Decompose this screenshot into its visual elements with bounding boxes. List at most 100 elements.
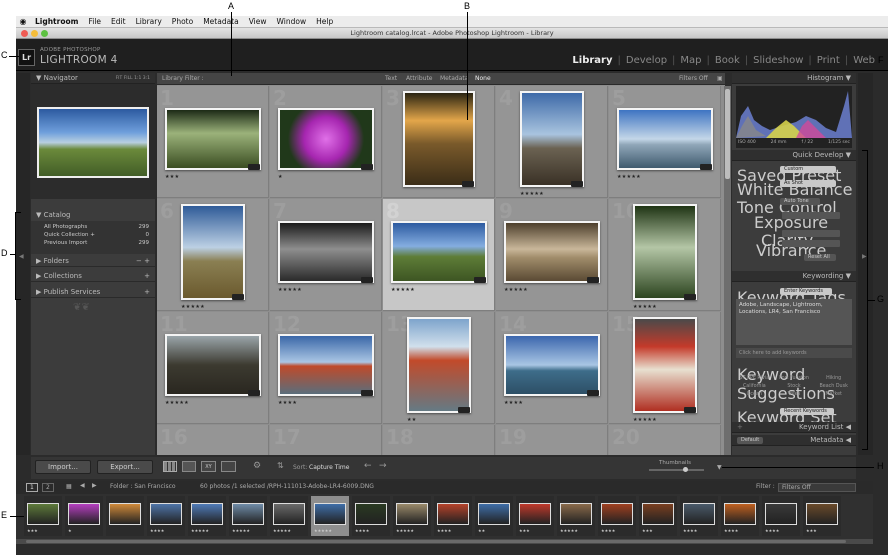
folder-source[interactable]: Folder : San Francisco bbox=[110, 483, 176, 490]
navigator-header[interactable]: ▼ Navigator FIT FILL 1:1 3:1 bbox=[31, 73, 155, 84]
suggestion[interactable]: Market bbox=[815, 392, 852, 397]
star-rating[interactable]: ★★★★★ bbox=[165, 400, 189, 406]
star-rating[interactable]: ★★★★★ bbox=[633, 417, 657, 423]
badge-icon[interactable] bbox=[571, 181, 583, 187]
grid-scrollbar[interactable] bbox=[724, 86, 731, 455]
catalog-item-previous-import[interactable]: Previous Import 299 bbox=[31, 239, 155, 247]
filmstrip-filter-dropdown[interactable]: Filters Off bbox=[778, 483, 856, 492]
painter-icon[interactable]: ⚙ bbox=[253, 461, 261, 471]
grid-cell[interactable]: 7 ★★★★★ bbox=[270, 199, 382, 311]
module-slideshow[interactable]: Slideshow bbox=[748, 55, 808, 66]
photo-thumbnail[interactable] bbox=[391, 221, 487, 283]
badge-icon[interactable] bbox=[458, 407, 470, 413]
grid-cell[interactable]: 17 bbox=[270, 425, 382, 455]
filter-tab-attribute[interactable]: Attribute bbox=[406, 75, 433, 82]
clarity-stepper[interactable] bbox=[782, 230, 840, 237]
star-rating[interactable]: ★★★★★ bbox=[520, 191, 544, 197]
photo-thumbnail[interactable] bbox=[633, 204, 697, 300]
thumbnail-size-slider[interactable] bbox=[649, 467, 704, 472]
grid-cell[interactable]: 12 ★★★★ bbox=[270, 312, 382, 424]
star-rating[interactable]: ★ bbox=[278, 174, 283, 180]
filmstrip-cell[interactable]: ★★★★ bbox=[147, 496, 185, 536]
star-rating[interactable]: ★★★★★ bbox=[391, 287, 415, 293]
filmstrip-thumbnail[interactable] bbox=[478, 503, 510, 525]
metadata-header[interactable]: Default Metadata ◀ bbox=[732, 435, 856, 446]
grid-cell[interactable]: 15 ★★★★★ bbox=[609, 312, 721, 424]
saved-preset-dropdown[interactable]: Custom bbox=[780, 166, 836, 173]
filmstrip-cell[interactable]: ★★ bbox=[475, 496, 513, 536]
grid-scroll-thumb[interactable] bbox=[725, 89, 730, 179]
zoom-3-1[interactable]: 3:1 bbox=[143, 76, 150, 81]
grid-cell[interactable]: 13 ★★ bbox=[383, 312, 495, 424]
toolbar-menu-icon[interactable]: ▼ bbox=[717, 464, 722, 471]
survey-view-icon[interactable] bbox=[221, 461, 236, 472]
photo-thumbnail[interactable] bbox=[165, 108, 261, 170]
catalog-item-quick-collection[interactable]: Quick Collection +0 bbox=[31, 231, 155, 239]
module-book[interactable]: Book bbox=[710, 55, 745, 66]
close-window-button[interactable] bbox=[21, 30, 28, 37]
filmstrip-thumbnail[interactable] bbox=[109, 503, 141, 525]
photo-thumbnail[interactable] bbox=[504, 334, 600, 396]
auto-tone-button[interactable]: Auto Tone bbox=[780, 198, 820, 205]
menu-window[interactable]: Window bbox=[272, 17, 312, 26]
badge-icon[interactable] bbox=[587, 277, 599, 283]
filmstrip-cell[interactable]: ★★★★ bbox=[680, 496, 718, 536]
add-keywords-input[interactable]: Click here to add keywords bbox=[736, 348, 852, 358]
keyword-list-header[interactable]: + Keyword List ◀ bbox=[732, 422, 856, 433]
photo-thumbnail[interactable] bbox=[504, 221, 600, 283]
filmstrip-cell[interactable]: ★★★★ bbox=[762, 496, 800, 536]
menu-file[interactable]: File bbox=[83, 17, 106, 26]
badge-icon[interactable] bbox=[361, 277, 373, 283]
filter-tab-metadata[interactable]: Metadata bbox=[440, 75, 468, 82]
filmstrip-cell[interactable]: ★★★★★ bbox=[229, 496, 267, 536]
filmstrip-thumbnail[interactable] bbox=[27, 503, 59, 525]
star-rating[interactable]: ★★★★ bbox=[504, 400, 523, 406]
suggestion[interactable]: Fort Funston bbox=[776, 376, 813, 381]
filmstrip-cell[interactable]: ★★★★★ bbox=[393, 496, 431, 536]
star-rating[interactable]: ★★★★★ bbox=[633, 304, 657, 310]
menu-lightroom[interactable]: Lightroom bbox=[30, 17, 83, 26]
filmstrip-cell[interactable]: ★★★★ bbox=[598, 496, 636, 536]
star-rating[interactable]: ★★★★★ bbox=[181, 304, 205, 310]
menu-photo[interactable]: Photo bbox=[167, 17, 198, 26]
photo-thumbnail[interactable] bbox=[633, 317, 697, 413]
photo-thumbnail[interactable] bbox=[407, 317, 471, 413]
grid-cell[interactable]: 18 bbox=[383, 425, 495, 455]
badge-icon[interactable] bbox=[462, 181, 474, 187]
filmstrip-thumbnail[interactable] bbox=[642, 503, 674, 525]
filmstrip-thumbnail[interactable] bbox=[68, 503, 100, 525]
photo-thumbnail[interactable] bbox=[520, 91, 584, 187]
zoom-window-button[interactable] bbox=[41, 30, 48, 37]
loupe-view-icon[interactable] bbox=[182, 461, 196, 472]
next-arrow-icon[interactable]: → bbox=[379, 461, 387, 471]
minimize-window-button[interactable] bbox=[31, 30, 38, 37]
filmstrip-thumbnail[interactable] bbox=[519, 503, 551, 525]
apple-icon[interactable]: ◉ bbox=[16, 16, 30, 28]
filmstrip-cell[interactable]: ★★★★ bbox=[721, 496, 759, 536]
photo-thumbnail[interactable] bbox=[617, 108, 713, 170]
filmstrip-cell[interactable]: ★★★★★ bbox=[270, 496, 308, 536]
histogram-header[interactable]: Histogram ▼ bbox=[732, 73, 856, 84]
badge-icon[interactable] bbox=[248, 164, 260, 170]
badge-icon[interactable] bbox=[684, 294, 696, 300]
compare-view-icon[interactable]: XY bbox=[201, 461, 216, 472]
catalog-header[interactable]: ▼ Catalog bbox=[31, 209, 155, 220]
photo-thumbnail[interactable] bbox=[165, 334, 261, 396]
grid-cell[interactable]: 3 bbox=[383, 86, 495, 198]
menu-metadata[interactable]: Metadata bbox=[198, 17, 244, 26]
zoom-fill[interactable]: FILL bbox=[124, 76, 133, 81]
previous-arrow-icon[interactable]: ← bbox=[364, 461, 372, 471]
filmstrip-thumbnail[interactable] bbox=[437, 503, 469, 525]
filmstrip-cell[interactable]: ★★★ bbox=[516, 496, 554, 536]
suggestion[interactable]: California bbox=[736, 384, 773, 389]
suggestion[interactable]: Hiking bbox=[815, 376, 852, 381]
menu-edit[interactable]: Edit bbox=[106, 17, 131, 26]
forward-arrow-icon[interactable]: ▶ bbox=[92, 482, 97, 489]
suggestion[interactable]: Ocean bbox=[736, 392, 773, 397]
badge-icon[interactable] bbox=[361, 390, 373, 396]
filmstrip-thumbnail[interactable] bbox=[601, 503, 633, 525]
grid-cell[interactable]: 4 ★★★★★ bbox=[496, 86, 608, 198]
module-library[interactable]: Library bbox=[567, 55, 617, 66]
sort-direction-icon[interactable]: ⇅ bbox=[277, 461, 284, 470]
lock-icon[interactable]: ▣ bbox=[717, 75, 723, 82]
